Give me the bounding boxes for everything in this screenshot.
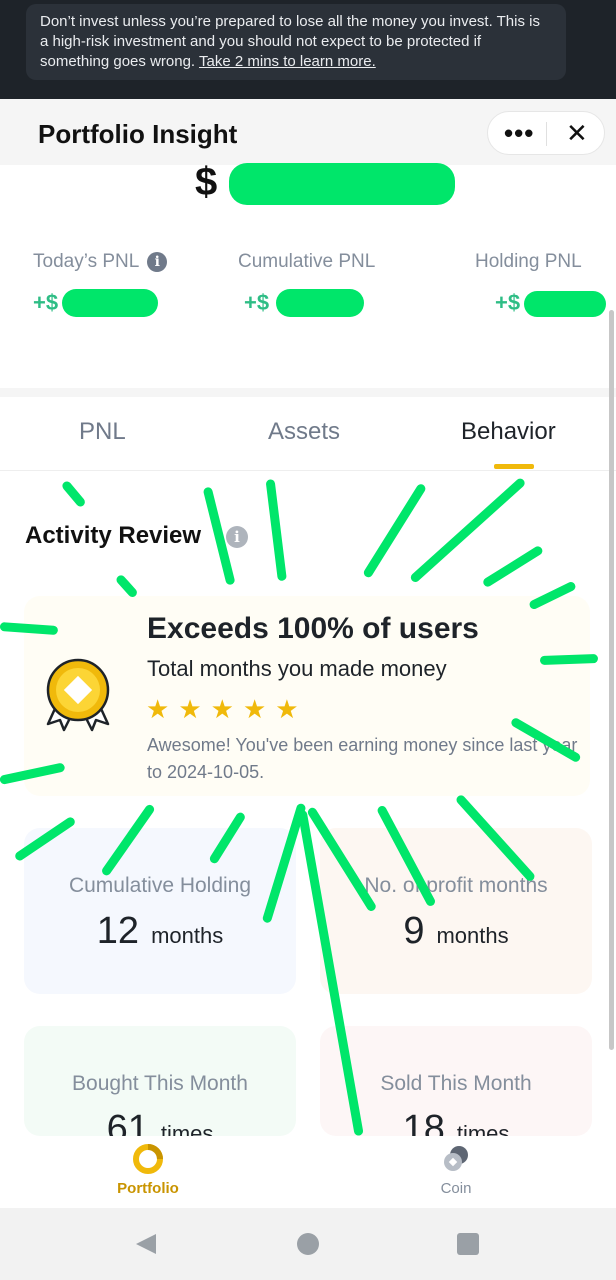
info-icon[interactable]: i xyxy=(226,526,248,548)
rating-stars: ★★★★★ xyxy=(146,694,308,725)
stat-card-profit-months: No. of profit months 9 months xyxy=(320,828,592,994)
stat-value: 61 times xyxy=(24,1108,296,1136)
scribble-stroke xyxy=(481,544,545,589)
cumulative-pnl-value: +$ xyxy=(244,290,270,315)
header-actions: ••• ✕ xyxy=(487,111,605,155)
star-icon: ★ xyxy=(178,694,211,724)
activity-review-title: Activity Review xyxy=(25,522,202,549)
portfolio-icon xyxy=(133,1144,163,1174)
bottom-nav: Portfolio Coin xyxy=(0,1136,616,1208)
stat-card-cumulative-holding: Cumulative Holding 12 months xyxy=(24,828,296,994)
scribble-stroke xyxy=(60,479,87,509)
learn-more-link[interactable]: Take 2 mins to learn more. xyxy=(199,53,376,70)
risk-warning: Don’t invest unless you’re prepared to l… xyxy=(26,4,566,80)
stat-unit: months xyxy=(151,923,224,948)
stat-card-bought-this-month: Bought This Month 61 times xyxy=(24,1026,296,1136)
holding-pnl-value: +$ xyxy=(495,290,521,315)
star-icon: ★ xyxy=(242,694,276,724)
scrollbar[interactable] xyxy=(609,310,614,1050)
star-icon: ★ xyxy=(210,694,243,724)
stat-value: 9 months xyxy=(320,910,592,953)
tab-pnl[interactable]: PNL xyxy=(79,418,126,446)
back-icon[interactable] xyxy=(134,1232,158,1256)
tab-assets[interactable]: Assets xyxy=(268,418,340,446)
activity-subline: Total months you made money xyxy=(147,656,447,681)
medal-icon xyxy=(46,658,110,732)
redaction-scribble xyxy=(229,163,455,205)
stat-number: 61 xyxy=(106,1108,149,1136)
nav-coin[interactable]: Coin xyxy=(396,1144,516,1197)
stat-number: 18 xyxy=(402,1108,445,1136)
activity-description: Awesome! You've been earning money since… xyxy=(147,735,578,782)
scribble-stroke xyxy=(265,478,287,582)
more-icon[interactable]: ••• xyxy=(504,118,534,149)
stat-label: Cumulative Holding xyxy=(68,874,252,897)
stat-unit: times xyxy=(160,1121,214,1136)
total-balance: $ xyxy=(195,160,217,205)
recents-icon[interactable] xyxy=(456,1232,480,1256)
section-divider xyxy=(0,388,616,397)
nav-portfolio[interactable]: Portfolio xyxy=(88,1144,208,1197)
todays-pnl-label-text: Today’s PNL xyxy=(33,251,140,272)
page-title: Portfolio Insight xyxy=(38,119,238,149)
stat-number: 9 xyxy=(403,910,425,952)
redaction-scribble xyxy=(62,289,158,317)
risk-banner-area: Don’t invest unless you’re prepared to l… xyxy=(0,0,616,99)
star-icon: ★ xyxy=(146,694,179,724)
actions-divider xyxy=(546,122,547,146)
nav-coin-label: Coin xyxy=(440,1180,472,1197)
close-icon[interactable]: ✕ xyxy=(566,118,588,149)
stat-number: 12 xyxy=(96,910,140,952)
balance-prefix: $ xyxy=(195,160,218,204)
todays-pnl-label: Today’s PNL i xyxy=(33,251,168,273)
stat-label: Sold This Month xyxy=(380,1072,532,1095)
info-icon[interactable]: i xyxy=(147,252,168,272)
stat-unit: times xyxy=(456,1121,510,1136)
todays-pnl-value: +$ xyxy=(33,290,59,315)
cumulative-pnl-label: Cumulative PNL xyxy=(238,251,376,272)
coin-icon xyxy=(441,1144,471,1174)
home-icon[interactable] xyxy=(296,1232,320,1256)
stat-value: 12 months xyxy=(24,910,296,953)
holding-pnl-label: Holding PNL xyxy=(475,251,582,272)
stat-label: Bought This Month xyxy=(72,1072,248,1095)
active-tab-indicator xyxy=(494,464,534,469)
system-nav-bar xyxy=(0,1208,616,1280)
redaction-scribble xyxy=(524,291,606,317)
stat-unit: months xyxy=(436,923,509,948)
redaction-scribble xyxy=(276,289,364,317)
nav-portfolio-label: Portfolio xyxy=(117,1180,179,1197)
tab-bar-divider xyxy=(0,470,616,471)
tab-behavior[interactable]: Behavior xyxy=(461,418,556,446)
scribble-stroke xyxy=(362,482,428,579)
activity-headline: Exceeds 100% of users xyxy=(147,612,479,645)
star-icon: ★ xyxy=(275,694,308,724)
